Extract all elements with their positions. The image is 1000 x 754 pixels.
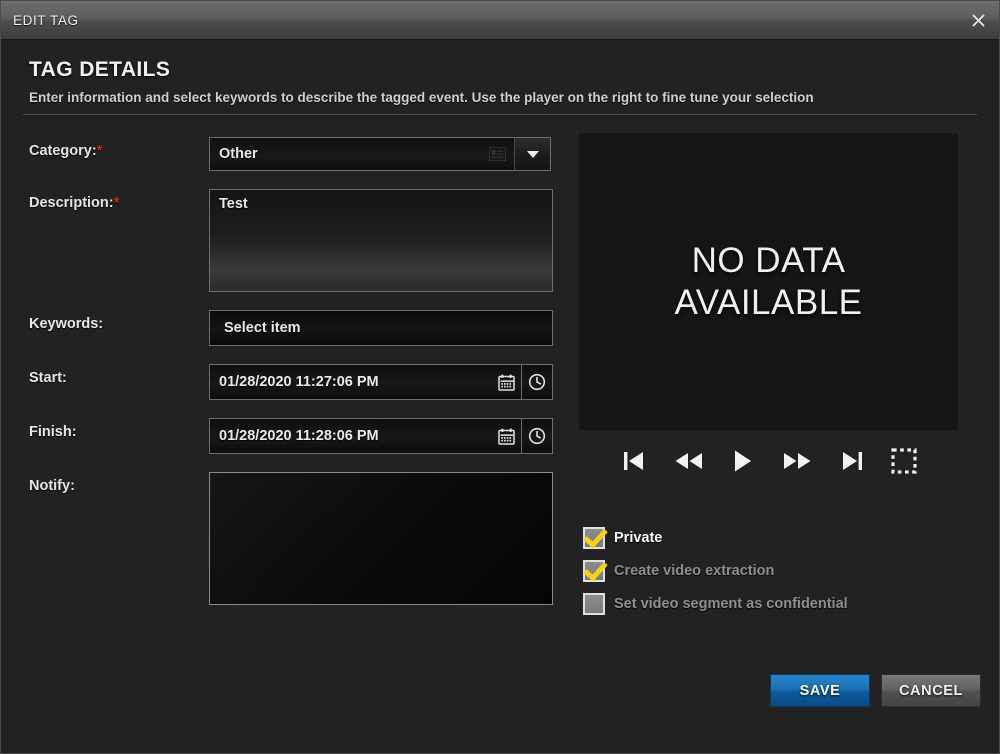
category-field-wrap: Other bbox=[209, 137, 551, 171]
select-region-button[interactable] bbox=[890, 448, 917, 474]
form-row-keywords: Keywords: Select item bbox=[1, 310, 579, 346]
finish-calendar-button[interactable] bbox=[491, 418, 522, 454]
close-icon[interactable] bbox=[965, 7, 991, 33]
category-dropdown-button[interactable] bbox=[515, 137, 551, 171]
notify-label: Notify: bbox=[29, 478, 75, 494]
private-checkbox[interactable] bbox=[583, 527, 605, 549]
calendar-icon bbox=[497, 374, 515, 391]
skip-to-end-icon bbox=[842, 452, 862, 470]
cancel-button[interactable]: CANCEL bbox=[881, 674, 981, 707]
category-label: Category:* bbox=[1, 137, 209, 159]
private-checkbox-label: Private bbox=[614, 530, 663, 546]
notify-input[interactable] bbox=[209, 472, 553, 605]
skip-to-start-icon bbox=[623, 452, 643, 470]
keywords-select[interactable]: Select item bbox=[209, 310, 553, 346]
checkbox-row-create-video-extraction: Create video extraction bbox=[583, 560, 953, 582]
page-title: TAG DETAILS bbox=[29, 58, 171, 81]
set-confidential-checkbox[interactable] bbox=[583, 593, 605, 615]
set-confidential-label: Set video segment as confidential bbox=[614, 596, 848, 612]
player-controls bbox=[579, 440, 958, 482]
form-column: Category:* Other Description:* Test Keyw… bbox=[1, 115, 579, 623]
category-required-marker: * bbox=[96, 143, 103, 159]
options-checkbox-group: Private Create video extraction Set vide… bbox=[583, 527, 953, 626]
description-required-marker: * bbox=[113, 195, 120, 211]
edit-tag-dialog: EDIT TAG TAG DETAILS Enter information a… bbox=[0, 0, 1000, 754]
start-label: Start: bbox=[29, 370, 67, 386]
checkbox-row-set-confidential: Set video segment as confidential bbox=[583, 593, 953, 615]
skip-to-start-button[interactable] bbox=[621, 449, 647, 473]
finish-field-wrap: 01/28/2020 11:28:06 PM bbox=[209, 418, 553, 454]
video-preview-panel: NO DATA AVAILABLE bbox=[579, 133, 958, 430]
skip-to-end-button[interactable] bbox=[839, 449, 865, 473]
dialog-titlebar: EDIT TAG bbox=[1, 1, 999, 40]
finish-datetime-input[interactable]: 01/28/2020 11:28:06 PM bbox=[209, 418, 491, 454]
category-input[interactable]: Other bbox=[209, 137, 515, 171]
clock-icon bbox=[528, 373, 546, 391]
start-time-button[interactable] bbox=[522, 364, 553, 400]
clock-icon bbox=[528, 427, 546, 445]
no-data-message: NO DATA AVAILABLE bbox=[674, 240, 862, 323]
dialog-title: EDIT TAG bbox=[13, 12, 79, 28]
chevron-down-icon bbox=[526, 150, 539, 158]
start-field-wrap: 01/28/2020 11:27:06 PM bbox=[209, 364, 553, 400]
create-video-extraction-label: Create video extraction bbox=[614, 563, 775, 579]
calendar-icon bbox=[497, 428, 515, 445]
form-row-finish: Finish: 01/28/2020 11:28:06 PM bbox=[1, 418, 579, 454]
start-calendar-button[interactable] bbox=[491, 364, 522, 400]
player-column: NO DATA AVAILABLE Private Create video e… bbox=[579, 115, 999, 623]
description-label: Description:* bbox=[1, 189, 209, 211]
dialog-body: TAG DETAILS Enter information and select… bbox=[1, 40, 999, 753]
play-icon bbox=[734, 450, 751, 472]
contact-card-icon bbox=[489, 147, 506, 161]
fast-forward-button[interactable] bbox=[781, 449, 813, 473]
create-video-extraction-checkbox[interactable] bbox=[583, 560, 605, 582]
page-subtitle: Enter information and select keywords to… bbox=[29, 90, 814, 105]
no-data-line2: AVAILABLE bbox=[674, 282, 863, 322]
form-row-description: Description:* Test bbox=[1, 189, 579, 292]
content-columns: Category:* Other Description:* Test Keyw… bbox=[1, 115, 999, 623]
start-datetime-input[interactable]: 01/28/2020 11:27:06 PM bbox=[209, 364, 491, 400]
footer-buttons: SAVE CANCEL bbox=[770, 674, 981, 707]
category-label-text: Category: bbox=[29, 143, 97, 159]
fast-forward-icon bbox=[783, 453, 810, 469]
no-data-line1: NO DATA bbox=[691, 241, 846, 281]
dashed-square-icon bbox=[890, 448, 917, 474]
form-row-category: Category:* Other bbox=[1, 137, 579, 171]
rewind-icon bbox=[675, 453, 702, 469]
description-input[interactable]: Test bbox=[209, 189, 553, 292]
category-value: Other bbox=[219, 146, 258, 162]
form-row-start: Start: 01/28/2020 11:27:06 PM bbox=[1, 364, 579, 400]
finish-time-button[interactable] bbox=[522, 418, 553, 454]
finish-label: Finish: bbox=[29, 424, 77, 440]
close-glyph bbox=[972, 14, 984, 26]
checkbox-row-private: Private bbox=[583, 527, 953, 549]
form-row-notify: Notify: bbox=[1, 472, 579, 605]
save-button[interactable]: SAVE bbox=[770, 674, 870, 707]
rewind-button[interactable] bbox=[673, 449, 705, 473]
keywords-label: Keywords: bbox=[29, 316, 104, 332]
play-button[interactable] bbox=[731, 448, 755, 474]
heading-block: TAG DETAILS Enter information and select… bbox=[1, 40, 999, 105]
description-label-text: Description: bbox=[29, 195, 114, 211]
